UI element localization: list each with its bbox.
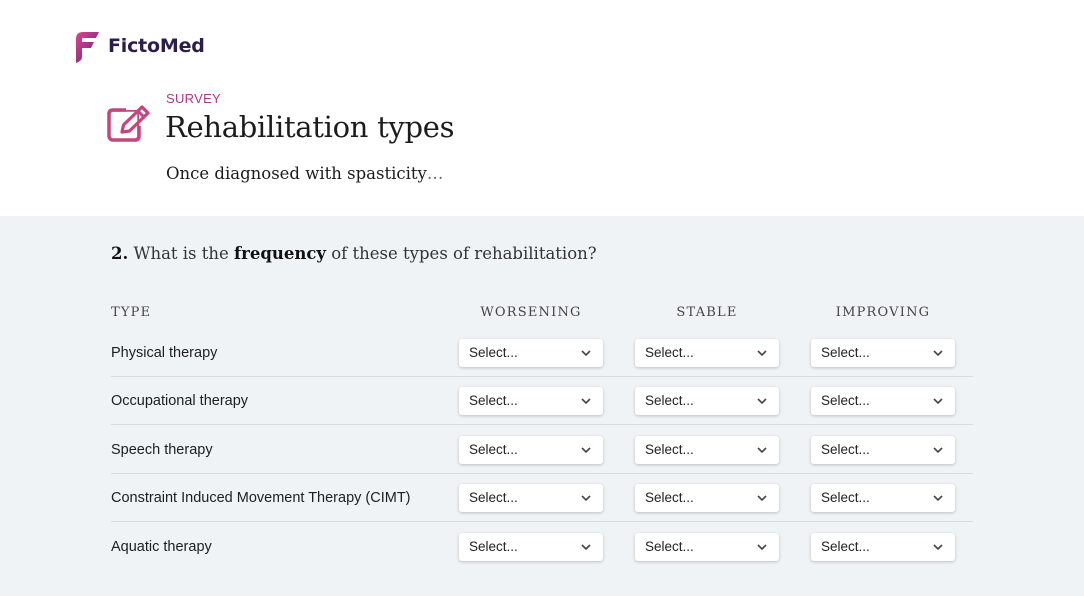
select-value: Select... [821, 490, 870, 505]
column-header-improving: IMPROVING [835, 305, 931, 320]
row-divider [111, 521, 973, 522]
select-value: Select... [469, 393, 518, 408]
chevron-down-icon [933, 495, 943, 502]
row-label: Occupational therapy [111, 393, 249, 409]
select-value: Select... [821, 345, 870, 360]
select-value: Select... [469, 442, 518, 457]
chevron-down-icon [581, 495, 591, 502]
stable-select[interactable]: Select... [635, 436, 779, 464]
chevron-down-icon [581, 350, 591, 357]
chevron-down-icon [757, 544, 767, 551]
chevron-down-icon [757, 350, 767, 357]
page-subtitle: Once diagnosed with spasticity… [166, 164, 443, 183]
select-value: Select... [645, 490, 694, 505]
select-value: Select... [821, 539, 870, 554]
select-value: Select... [469, 490, 518, 505]
stable-select[interactable]: Select... [635, 484, 779, 512]
row-label: Physical therapy [111, 345, 218, 361]
worsening-select[interactable]: Select... [459, 436, 603, 464]
brand-name: FictoMed [108, 35, 205, 57]
column-header-worsening: WORSENING [480, 305, 582, 320]
select-value: Select... [821, 393, 870, 408]
table-row: Constraint Induced Movement Therapy (CIM… [111, 474, 973, 522]
chevron-down-icon [933, 447, 943, 454]
stable-select[interactable]: Select... [635, 339, 779, 367]
chevron-down-icon [757, 398, 767, 405]
row-divider [111, 424, 973, 425]
fictomed-logo-icon [76, 32, 99, 63]
worsening-select[interactable]: Select... [459, 484, 603, 512]
stable-select[interactable]: Select... [635, 387, 779, 415]
subtitle-text: Once diagnosed with spasticity [166, 164, 427, 183]
row-label: Constraint Induced Movement Therapy (CIM… [111, 490, 411, 506]
improving-select[interactable]: Select... [811, 436, 955, 464]
improving-select[interactable]: Select... [811, 484, 955, 512]
page-header: FictoMed SURVEY Rehabilitation types Onc… [0, 0, 1084, 216]
select-value: Select... [645, 393, 694, 408]
brand[interactable]: FictoMed [72, 28, 205, 64]
select-value: Select... [645, 539, 694, 554]
chevron-down-icon [581, 544, 591, 551]
question-prefix: What is the [133, 244, 229, 263]
question-emphasis: frequency [234, 244, 326, 263]
chevron-down-icon [933, 544, 943, 551]
stable-select[interactable]: Select... [635, 533, 779, 561]
table-row: Aquatic therapy Select... Select... Sele… [111, 523, 973, 571]
chevron-down-icon [581, 447, 591, 454]
subtitle-ellipsis: … [426, 164, 444, 183]
question-number: 2. [111, 244, 129, 263]
chevron-down-icon [933, 398, 943, 405]
improving-select[interactable]: Select... [811, 533, 955, 561]
worsening-select[interactable]: Select... [459, 533, 603, 561]
question-text: 2. What is the frequency of these types … [111, 244, 597, 263]
chevron-down-icon [581, 398, 591, 405]
worsening-select[interactable]: Select... [459, 387, 603, 415]
worsening-select[interactable]: Select... [459, 339, 603, 367]
survey-label: SURVEY [166, 91, 222, 106]
select-value: Select... [469, 345, 518, 360]
improving-select[interactable]: Select... [811, 339, 955, 367]
question-suffix: of these types of rehabilitation? [331, 244, 597, 263]
table-row: Physical therapy Select... Select... Sel… [111, 329, 973, 377]
improving-select[interactable]: Select... [811, 387, 955, 415]
row-label: Aquatic therapy [111, 539, 212, 555]
column-header-stable: STABLE [676, 305, 738, 320]
select-value: Select... [469, 539, 518, 554]
row-label: Speech therapy [111, 442, 213, 458]
table-row: Speech therapy Select... Select... Selec… [111, 426, 973, 474]
column-header-type: TYPE [111, 305, 152, 320]
select-value: Select... [821, 442, 870, 457]
chevron-down-icon [757, 495, 767, 502]
edit-icon [106, 104, 152, 144]
page-title: Rehabilitation types [165, 110, 455, 144]
select-value: Select... [645, 442, 694, 457]
chevron-down-icon [757, 447, 767, 454]
select-value: Select... [645, 345, 694, 360]
chevron-down-icon [933, 350, 943, 357]
table-row: Occupational therapy Select... Select...… [111, 377, 973, 425]
